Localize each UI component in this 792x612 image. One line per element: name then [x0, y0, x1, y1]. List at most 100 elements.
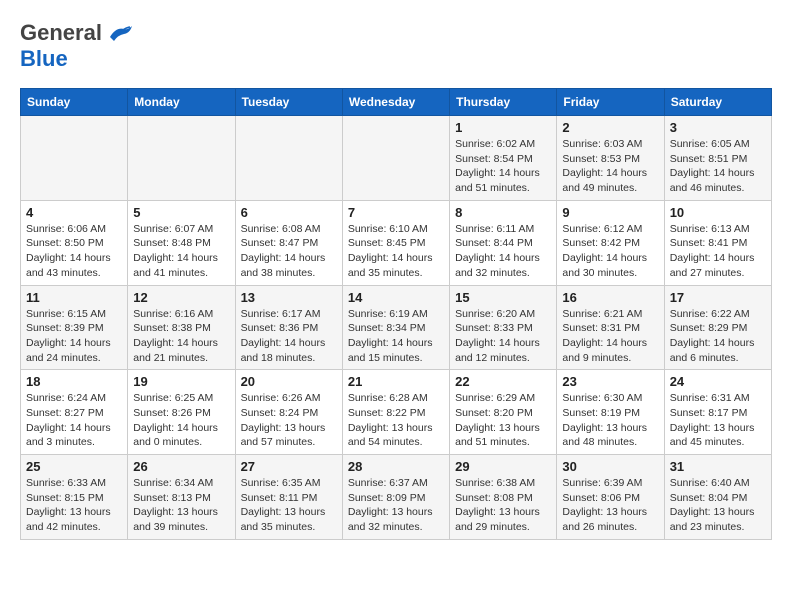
calendar-cell: 12 Sunrise: 6:16 AM Sunset: 8:38 PM Dayli… [128, 285, 235, 370]
day-info: Sunrise: 6:33 AM Sunset: 8:15 PM Dayligh… [26, 476, 122, 535]
day-info: Sunrise: 6:31 AM Sunset: 8:17 PM Dayligh… [670, 391, 766, 450]
day-info: Sunrise: 6:40 AM Sunset: 8:04 PM Dayligh… [670, 476, 766, 535]
weekday-header-monday: Monday [128, 89, 235, 116]
calendar-cell: 22Sunrise: 6:29 AM Sunset: 8:20 PM Dayli… [450, 370, 557, 455]
calendar-cell: 16Sunrise: 6:21 AM Sunset: 8:31 PM Dayli… [557, 285, 664, 370]
day-number: 16 [562, 290, 658, 305]
day-number: 13 [241, 290, 337, 305]
day-info: Sunrise: 6:05 AM Sunset: 8:51 PM Dayligh… [670, 137, 766, 196]
day-number: 7 [348, 205, 444, 220]
day-info: Sunrise: 6:22 AM Sunset: 8:29 PM Dayligh… [670, 307, 766, 366]
day-info: Sunrise: 6:17 AM Sunset: 8:36 PM Dayligh… [241, 307, 337, 366]
day-info: Sunrise: 6:13 AM Sunset: 8:41 PM Dayligh… [670, 222, 766, 281]
weekday-header-saturday: Saturday [664, 89, 771, 116]
day-number: 14 [348, 290, 444, 305]
calendar-cell: 13 Sunrise: 6:17 AM Sunset: 8:36 PM Dayli… [235, 285, 342, 370]
calendar-cell: 6Sunrise: 6:08 AM Sunset: 8:47 PM Daylig… [235, 200, 342, 285]
day-info: Sunrise: 6:30 AM Sunset: 8:19 PM Dayligh… [562, 391, 658, 450]
calendar-cell: 2 Sunrise: 6:03 AM Sunset: 8:53 PM Daylig… [557, 116, 664, 201]
calendar-cell: 4 Sunrise: 6:06 AM Sunset: 8:50 PM Daylig… [21, 200, 128, 285]
calendar-cell: 21 Sunrise: 6:28 AM Sunset: 8:22 PM Dayli… [342, 370, 449, 455]
day-number: 8 [455, 205, 551, 220]
day-info: Sunrise: 6:25 AM Sunset: 8:26 PM Dayligh… [133, 391, 229, 450]
calendar-cell: 11 Sunrise: 6:15 AM Sunset: 8:39 PM Dayli… [21, 285, 128, 370]
calendar-week-row: 1 Sunrise: 6:02 AM Sunset: 8:54 PM Daylig… [21, 116, 772, 201]
calendar-week-row: 18Sunrise: 6:24 AM Sunset: 8:27 PM Dayli… [21, 370, 772, 455]
calendar-cell: 18Sunrise: 6:24 AM Sunset: 8:27 PM Dayli… [21, 370, 128, 455]
calendar-cell: 25 Sunrise: 6:33 AM Sunset: 8:15 PM Dayli… [21, 455, 128, 540]
calendar-cell: 26 Sunrise: 6:34 AM Sunset: 8:13 PM Dayli… [128, 455, 235, 540]
calendar-cell: 7 Sunrise: 6:10 AM Sunset: 8:45 PM Daylig… [342, 200, 449, 285]
day-info: Sunrise: 6:15 AM Sunset: 8:39 PM Dayligh… [26, 307, 122, 366]
calendar-cell [235, 116, 342, 201]
weekday-header-thursday: Thursday [450, 89, 557, 116]
day-number: 10 [670, 205, 766, 220]
header-row: SundayMondayTuesdayWednesdayThursdayFrid… [21, 89, 772, 116]
weekday-header-sunday: Sunday [21, 89, 128, 116]
day-info: Sunrise: 6:35 AM Sunset: 8:11 PM Dayligh… [241, 476, 337, 535]
calendar-cell: 3 Sunrise: 6:05 AM Sunset: 8:51 PM Daylig… [664, 116, 771, 201]
day-info: Sunrise: 6:02 AM Sunset: 8:54 PM Dayligh… [455, 137, 551, 196]
day-number: 1 [455, 120, 551, 135]
calendar-cell: 14 Sunrise: 6:19 AM Sunset: 8:34 PM Dayli… [342, 285, 449, 370]
day-info: Sunrise: 6:10 AM Sunset: 8:45 PM Dayligh… [348, 222, 444, 281]
calendar-cell: 19 Sunrise: 6:25 AM Sunset: 8:26 PM Dayli… [128, 370, 235, 455]
day-info: Sunrise: 6:16 AM Sunset: 8:38 PM Dayligh… [133, 307, 229, 366]
day-number: 20 [241, 374, 337, 389]
calendar-cell [21, 116, 128, 201]
day-number: 12 [133, 290, 229, 305]
calendar-cell [342, 116, 449, 201]
day-number: 19 [133, 374, 229, 389]
day-info: Sunrise: 6:28 AM Sunset: 8:22 PM Dayligh… [348, 391, 444, 450]
day-info: Sunrise: 6:39 AM Sunset: 8:06 PM Dayligh… [562, 476, 658, 535]
day-info: Sunrise: 6:38 AM Sunset: 8:08 PM Dayligh… [455, 476, 551, 535]
calendar-cell: 1 Sunrise: 6:02 AM Sunset: 8:54 PM Daylig… [450, 116, 557, 201]
day-number: 2 [562, 120, 658, 135]
day-number: 25 [26, 459, 122, 474]
day-number: 30 [562, 459, 658, 474]
calendar-cell: 27 Sunrise: 6:35 AM Sunset: 8:11 PM Dayli… [235, 455, 342, 540]
day-number: 27 [241, 459, 337, 474]
day-number: 28 [348, 459, 444, 474]
logo: General Blue [20, 20, 134, 72]
calendar-week-row: 4 Sunrise: 6:06 AM Sunset: 8:50 PM Daylig… [21, 200, 772, 285]
weekday-header-wednesday: Wednesday [342, 89, 449, 116]
calendar-cell [128, 116, 235, 201]
day-number: 9 [562, 205, 658, 220]
day-info: Sunrise: 6:03 AM Sunset: 8:53 PM Dayligh… [562, 137, 658, 196]
day-info: Sunrise: 6:07 AM Sunset: 8:48 PM Dayligh… [133, 222, 229, 281]
weekday-header-tuesday: Tuesday [235, 89, 342, 116]
calendar-cell: 20 Sunrise: 6:26 AM Sunset: 8:24 PM Dayli… [235, 370, 342, 455]
calendar-table: SundayMondayTuesdayWednesdayThursdayFrid… [20, 88, 772, 540]
day-info: Sunrise: 6:34 AM Sunset: 8:13 PM Dayligh… [133, 476, 229, 535]
day-info: Sunrise: 6:26 AM Sunset: 8:24 PM Dayligh… [241, 391, 337, 450]
calendar-cell: 5 Sunrise: 6:07 AM Sunset: 8:48 PM Daylig… [128, 200, 235, 285]
day-number: 29 [455, 459, 551, 474]
calendar-cell: 15Sunrise: 6:20 AM Sunset: 8:33 PM Dayli… [450, 285, 557, 370]
day-number: 6 [241, 205, 337, 220]
logo-general-text: General [20, 20, 102, 46]
day-number: 26 [133, 459, 229, 474]
day-number: 23 [562, 374, 658, 389]
weekday-header-friday: Friday [557, 89, 664, 116]
calendar-week-row: 25 Sunrise: 6:33 AM Sunset: 8:15 PM Dayli… [21, 455, 772, 540]
page-header: General Blue [20, 20, 772, 72]
day-number: 4 [26, 205, 122, 220]
logo-bird-icon [106, 23, 134, 43]
day-number: 3 [670, 120, 766, 135]
day-number: 21 [348, 374, 444, 389]
day-number: 22 [455, 374, 551, 389]
calendar-cell: 28Sunrise: 6:37 AM Sunset: 8:09 PM Dayli… [342, 455, 449, 540]
calendar-cell: 9Sunrise: 6:12 AM Sunset: 8:42 PM Daylig… [557, 200, 664, 285]
day-info: Sunrise: 6:19 AM Sunset: 8:34 PM Dayligh… [348, 307, 444, 366]
day-number: 5 [133, 205, 229, 220]
day-number: 11 [26, 290, 122, 305]
day-info: Sunrise: 6:06 AM Sunset: 8:50 PM Dayligh… [26, 222, 122, 281]
logo-blue-text: Blue [20, 46, 68, 71]
calendar-cell: 17 Sunrise: 6:22 AM Sunset: 8:29 PM Dayli… [664, 285, 771, 370]
calendar-cell: 8 Sunrise: 6:11 AM Sunset: 8:44 PM Daylig… [450, 200, 557, 285]
day-info: Sunrise: 6:20 AM Sunset: 8:33 PM Dayligh… [455, 307, 551, 366]
day-number: 17 [670, 290, 766, 305]
day-info: Sunrise: 6:11 AM Sunset: 8:44 PM Dayligh… [455, 222, 551, 281]
calendar-cell: 23 Sunrise: 6:30 AM Sunset: 8:19 PM Dayli… [557, 370, 664, 455]
